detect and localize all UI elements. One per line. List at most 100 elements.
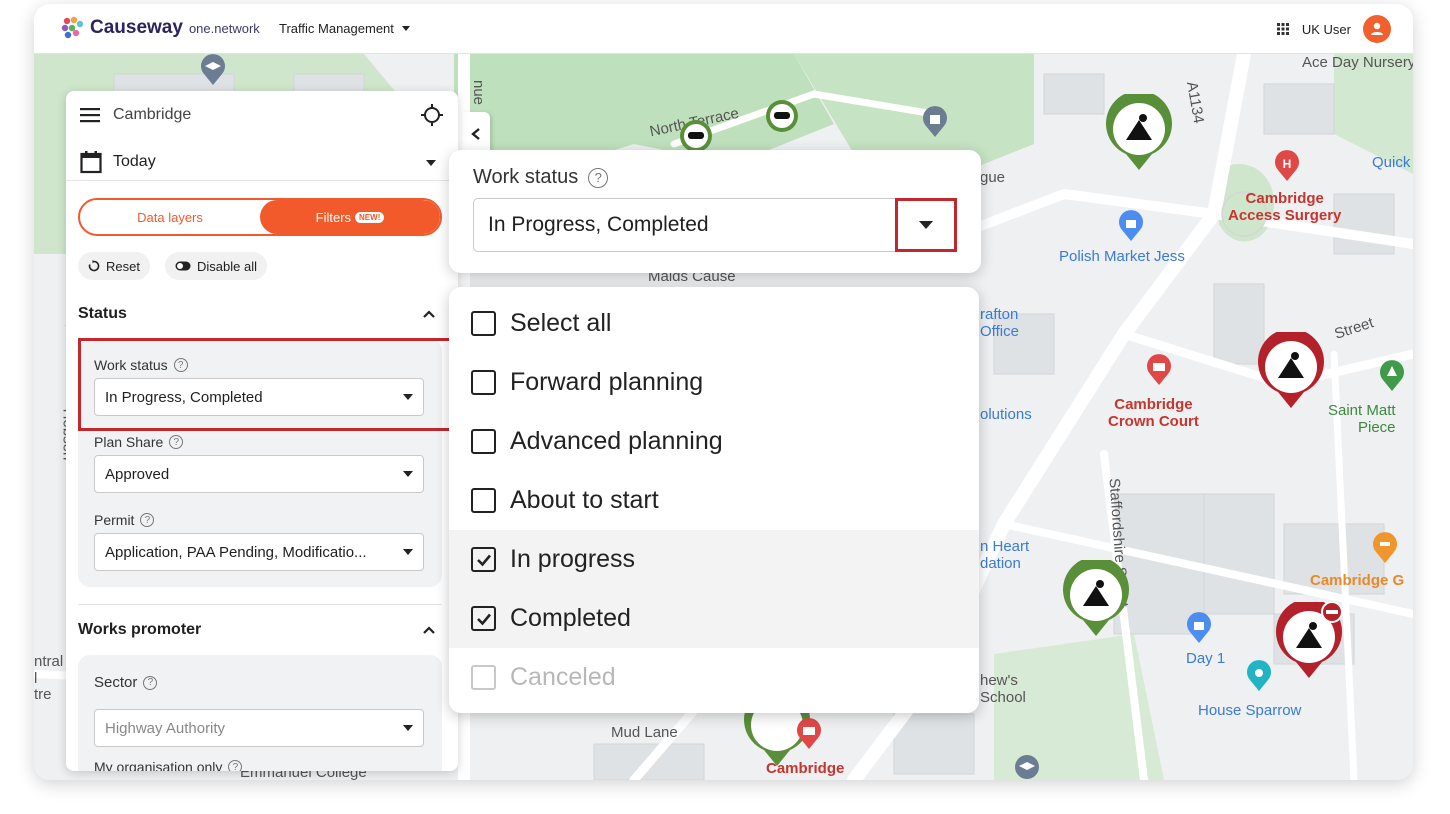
sector-select[interactable]: Highway Authority [94, 709, 424, 747]
location-text[interactable]: Cambridge [113, 106, 191, 124]
checkmark-icon [476, 613, 491, 625]
location-row: Cambridge [66, 97, 458, 133]
filter-panel: Cambridge Today Data layers Filters NEW! [66, 91, 458, 771]
chevron-up-icon[interactable] [422, 625, 436, 635]
checkbox [471, 665, 496, 690]
checkbox[interactable] [471, 547, 496, 572]
option-canceled: Canceled [449, 648, 979, 707]
dropdown-toggle-button[interactable] [895, 198, 957, 252]
option-advanced-planning[interactable]: Advanced planning [449, 412, 979, 471]
user-area: UK User [1276, 15, 1391, 43]
work-status-zoom-card: Work status ? In Progress, Completed [449, 150, 981, 273]
checkbox[interactable] [471, 311, 496, 336]
help-icon[interactable]: ? [140, 513, 155, 527]
disable-all-button[interactable]: Disable all [165, 252, 267, 280]
menu-icon[interactable] [80, 107, 100, 123]
chevron-down-icon [403, 549, 413, 555]
map-label-heart: n Heart dation [980, 538, 1030, 572]
court-icon[interactable] [1146, 354, 1172, 386]
reset-icon [88, 260, 100, 272]
school-icon[interactable] [1014, 754, 1040, 780]
shop-icon[interactable] [1186, 612, 1212, 644]
hospital-icon[interactable]: H [1274, 150, 1300, 182]
cafe-icon[interactable] [1246, 660, 1272, 692]
permit-label-text: Permit [94, 512, 135, 528]
help-icon[interactable]: ? [169, 435, 184, 449]
map-label-polish-market: Polish Market Jess [1059, 248, 1185, 265]
help-icon[interactable]: ? [173, 358, 188, 372]
checkbox[interactable] [471, 488, 496, 513]
sector-label-text: Sector [94, 674, 138, 691]
parking-icon[interactable] [764, 98, 800, 134]
park-icon[interactable] [1379, 360, 1405, 392]
map-label-hews: hew's School [980, 672, 1026, 706]
my-organisation-label: My organisation only ? [94, 759, 243, 771]
chevron-up-icon[interactable] [422, 309, 436, 319]
work-status-select[interactable]: In Progress, Completed [94, 378, 424, 416]
reset-button[interactable]: Reset [78, 252, 150, 280]
roadworks-pin-icon[interactable] [1256, 332, 1326, 412]
help-icon[interactable]: ? [143, 675, 158, 690]
option-label: In progress [510, 545, 636, 573]
work-status-label: Work status ? [94, 357, 188, 373]
option-label: Canceled [510, 663, 616, 691]
option-label: Select all [510, 309, 612, 337]
map-label-quick: Quick [1372, 154, 1411, 171]
museum-icon[interactable] [796, 718, 822, 750]
checkbox[interactable] [471, 606, 496, 631]
shop-icon[interactable] [1118, 210, 1144, 242]
map-label-ntral: ntral l tre [34, 653, 64, 703]
brand-logo[interactable]: Causeway one.network [60, 16, 260, 40]
date-selector[interactable]: Today [66, 145, 458, 181]
tab-filters[interactable]: Filters NEW! [260, 200, 440, 234]
map-label-saint-matt: Saint Matt Piece [1328, 402, 1396, 436]
status-section-title[interactable]: Status [78, 305, 127, 323]
option-label: Forward planning [510, 368, 704, 396]
new-badge: NEW! [355, 211, 385, 223]
user-name[interactable]: UK User [1302, 22, 1351, 37]
disable-all-label: Disable all [197, 258, 257, 274]
works-promoter-section-title[interactable]: Works promoter [78, 621, 201, 639]
roadworks-pin-icon[interactable] [1061, 560, 1131, 640]
brand-subname: one.network [188, 20, 260, 36]
roadworks-pin-icon[interactable] [1104, 94, 1174, 174]
help-icon[interactable]: ? [228, 760, 243, 771]
option-label: Advanced planning [510, 427, 723, 455]
locate-icon[interactable] [420, 103, 444, 127]
plan-share-select[interactable]: Approved [94, 455, 424, 493]
roadworks-pin-icon[interactable] [1274, 602, 1344, 682]
help-icon[interactable]: ? [588, 167, 609, 188]
reset-label: Reset [106, 258, 140, 274]
date-value: Today [113, 153, 156, 170]
map-label-ace-day: Ace Day Nursery [1302, 54, 1413, 71]
divider [78, 604, 442, 605]
tab-data-layers[interactable]: Data layers [80, 200, 260, 234]
option-forward-planning[interactable]: Forward planning [449, 353, 979, 412]
checkbox[interactable] [471, 370, 496, 395]
plan-share-value: Approved [105, 465, 170, 483]
toggle-icon [175, 261, 191, 271]
option-about-to-start[interactable]: About to start [449, 471, 979, 530]
work-status-label-text: Work status [94, 357, 168, 373]
checkbox[interactable] [471, 429, 496, 454]
chevron-down-icon [403, 471, 413, 477]
option-completed[interactable]: Completed [449, 589, 979, 648]
map-label-day1: Day 1 [1186, 650, 1226, 667]
zoom-work-status-select[interactable]: In Progress, Completed [473, 198, 957, 252]
apps-grid-icon[interactable] [1276, 22, 1290, 36]
avatar[interactable] [1363, 15, 1391, 43]
map-label-gue: gue [980, 169, 1006, 186]
school-icon[interactable] [200, 54, 226, 86]
map-label-rafton: rafton Office [980, 306, 1019, 340]
permit-select[interactable]: Application, PAA Pending, Modificatio... [94, 533, 424, 571]
restaurant-icon[interactable] [1372, 532, 1398, 564]
app-window: Causeway one.network Traffic Management … [34, 4, 1413, 780]
option-select-all[interactable]: Select all [449, 294, 979, 353]
map-label-mud-lane: Mud Lane [611, 724, 678, 741]
map-label-crown-court: Cambridge Crown Court [1108, 396, 1199, 430]
app-menu-dropdown[interactable]: Traffic Management [279, 21, 410, 36]
church-icon[interactable] [922, 106, 948, 138]
option-in-progress[interactable]: In progress [449, 530, 979, 589]
parking-icon[interactable] [678, 118, 714, 154]
work-status-options: Select all Forward planning Advanced pla… [449, 287, 979, 713]
